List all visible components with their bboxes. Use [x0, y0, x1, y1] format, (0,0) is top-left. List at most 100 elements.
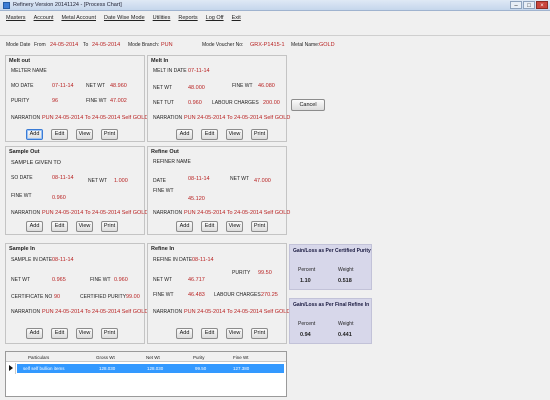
menu-utilities[interactable]: Utilities	[153, 15, 171, 23]
certified-purity-label: CERTIFIED PURITY	[80, 294, 127, 300]
refine-out-fine-wt-label: FINE WT	[153, 188, 174, 194]
refiner-name-label: REFINER NAME	[153, 159, 191, 165]
sample-out-net-wt-value: 1.000	[114, 178, 128, 184]
menu-log-off[interactable]: Log Off	[206, 15, 224, 23]
close-icon[interactable]: ×	[536, 1, 548, 9]
print-button[interactable]: Print	[251, 221, 268, 232]
certified-purity-value: 99.00	[126, 294, 140, 300]
add-button[interactable]: Add	[26, 221, 43, 232]
certificate-no-value: 90	[54, 294, 61, 300]
sample-in-narration-value: PUN 24-05-2014 To 24-05-2014 Self GOLD	[42, 309, 149, 315]
menu-reports[interactable]: Reports	[178, 15, 197, 23]
print-button[interactable]: Print	[251, 129, 268, 140]
sample-out-panel: Sample Out SAMPLE GIVEN TO SO DATE 08-11…	[5, 146, 148, 235]
refine-in-purity-value: 99.50	[258, 270, 272, 276]
percent-label: Percent	[298, 267, 316, 273]
items-grid: Particulars Gross Wt Net Wt Purity Fine …	[5, 351, 287, 397]
refine-out-title: Refine Out	[151, 149, 179, 155]
metal-value: GOLD	[319, 42, 335, 48]
sample-in-panel: Sample In SAMPLE IN DATE 08-11-14 NET WT…	[5, 243, 149, 344]
percent-value: 0.94	[300, 332, 311, 338]
column-header[interactable]: Gross Wt	[96, 355, 115, 360]
print-button[interactable]: Print	[251, 328, 268, 339]
cancel-button[interactable]: Cancel	[291, 99, 325, 111]
melt-in-net-wt-value: 48.000	[188, 85, 205, 91]
menu-account[interactable]: Account	[34, 15, 54, 23]
refine-in-fine-wt-value: 46.483	[188, 292, 205, 298]
view-button[interactable]: View	[76, 328, 93, 339]
edit-button[interactable]: Edit	[201, 129, 218, 140]
mo-date-label: MO DATE	[11, 83, 34, 89]
certificate-no-label: CERTIFICATE NO	[11, 294, 53, 300]
refine-in-labour-label: LABOUR CHARGES	[214, 292, 261, 298]
sample-in-fine-wt-value: 0.960	[114, 277, 128, 283]
cell-purity: 99.50	[195, 366, 207, 371]
voucher-value: GRX-P1415-1	[250, 42, 285, 48]
sample-in-fine-wt-label: FINE WT	[90, 277, 111, 283]
refine-in-net-wt-label: NET WT	[153, 277, 173, 283]
melt-out-net-wt-label: NET WT	[86, 83, 106, 89]
view-button[interactable]: View	[226, 221, 243, 232]
menu-bar: Masters Account Metal Account Date Wise …	[0, 12, 550, 26]
edit-button[interactable]: Edit	[51, 328, 68, 339]
column-header[interactable]: Purity	[193, 355, 205, 360]
title-bar: Refinery Version 20141124 - [Process Cha…	[0, 0, 550, 11]
refine-out-fine-wt-value: 45.120	[188, 196, 205, 202]
purity-label: PURITY	[11, 98, 30, 104]
melter-name-label: MELTER NAME	[11, 68, 47, 74]
maximize-icon[interactable]: □	[523, 1, 535, 9]
sample-out-fine-wt-label: FINE WT	[11, 193, 32, 199]
view-button[interactable]: View	[226, 328, 243, 339]
melt-in-fine-wt-value: 46.080	[258, 83, 275, 89]
add-button[interactable]: Add	[26, 328, 43, 339]
add-button[interactable]: Add	[176, 221, 193, 232]
column-header[interactable]: Fine Wt	[233, 355, 249, 360]
narration-label: NARRATION	[11, 115, 41, 121]
refine-in-panel: Refine In REFINE IN DATE 08-11-14 PURITY…	[147, 243, 290, 344]
menu-exit[interactable]: Exit	[232, 15, 241, 23]
menu-date-wise-mode[interactable]: Date Wise Mode	[104, 15, 145, 23]
weight-value: 0.518	[338, 278, 352, 284]
view-button[interactable]: View	[76, 221, 93, 232]
add-button[interactable]: Add	[176, 328, 193, 339]
menu-metal-account[interactable]: Metal Account	[61, 15, 96, 23]
minimize-icon[interactable]: –	[510, 1, 522, 9]
melt-in-title: Melt In	[151, 58, 169, 64]
so-date-value: 08-11-14	[52, 175, 74, 181]
melt-in-narration-value: PUN 24-05-2014 To 24-05-2014 Self GOLD	[184, 115, 291, 121]
refine-out-panel: Refine Out REFINER NAME DATE 08-11-14 NE…	[147, 146, 290, 235]
refine-in-labour-value: 270.25	[261, 292, 278, 298]
view-button[interactable]: View	[226, 129, 243, 140]
melt-out-title: Melt out	[9, 58, 31, 64]
cell-gross-wt: 128.030	[99, 366, 116, 371]
refine-out-net-wt-label: NET WT	[230, 176, 250, 182]
mo-date-value: 07-11-14	[52, 83, 74, 89]
mode-date-label: Mode Date	[6, 42, 31, 48]
menu-masters[interactable]: Masters	[6, 15, 26, 23]
add-button[interactable]: Add	[26, 129, 43, 140]
branch-label: Mode Branch:	[128, 42, 160, 48]
add-button[interactable]: Add	[176, 129, 193, 140]
print-button[interactable]: Print	[101, 129, 118, 140]
refine-in-date-value: 08-11-14	[192, 257, 214, 263]
melt-out-fine-wt-value: 47.002	[110, 98, 127, 104]
edit-button[interactable]: Edit	[51, 221, 68, 232]
sample-out-title: Sample Out	[9, 149, 40, 155]
refine-in-date-label: REFINE IN DATE	[153, 257, 193, 263]
net-tut-label: NET TUT	[153, 100, 174, 106]
print-button[interactable]: Print	[101, 221, 118, 232]
table-row[interactable]: self self bullion items 128.030 128.030 …	[17, 364, 284, 373]
edit-button[interactable]: Edit	[201, 328, 218, 339]
gain-loss-certified-title: Gain/Loss as Per Certified Purity	[293, 248, 371, 254]
print-button[interactable]: Print	[101, 328, 118, 339]
sample-out-net-wt-label: NET WT	[88, 178, 108, 184]
melt-in-date-label: MELT IN DATE	[153, 68, 187, 74]
edit-button[interactable]: Edit	[201, 221, 218, 232]
edit-button[interactable]: Edit	[51, 129, 68, 140]
column-header[interactable]: Net Wt	[146, 355, 160, 360]
view-button[interactable]: View	[76, 129, 93, 140]
weight-label: Weight	[338, 267, 354, 273]
column-header[interactable]: Particulars	[28, 355, 49, 360]
so-date-label: SO DATE	[11, 175, 33, 181]
refine-in-title: Refine In	[151, 246, 175, 252]
